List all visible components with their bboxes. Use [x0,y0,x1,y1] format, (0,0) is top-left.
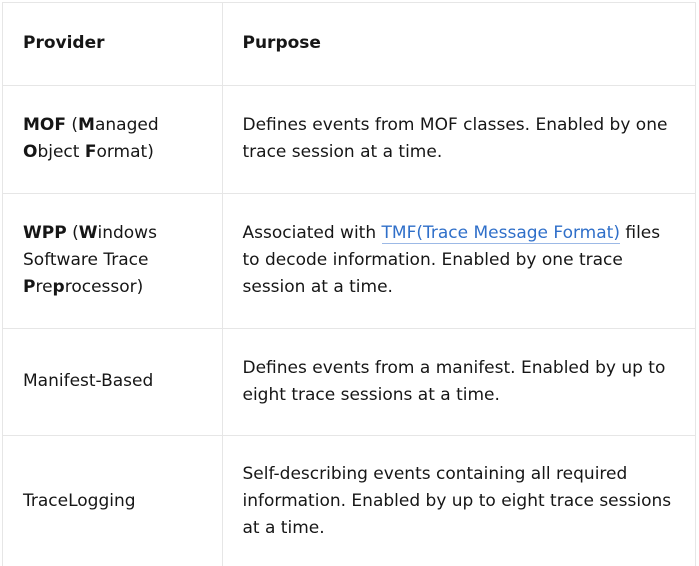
provider-text: F [84,142,97,162]
header-purpose: Purpose [222,3,695,86]
tmf-link[interactable]: TMF(Trace Message Format) [381,223,620,244]
purpose-text: Defines events from a manifest. Enabled … [242,357,666,405]
provider-cell: TraceLogging [3,435,223,566]
provider-text: anaged [94,115,159,135]
provider-text: ( [65,115,79,135]
purpose-cell: Associated with TMF(Trace Message Format… [222,193,695,329]
table-row: Manifest-Based Defines events from a mani… [3,328,695,436]
purpose-cell: Defines events from a manifest. Enabled … [222,328,695,436]
provider-table: Provider Purpose MOF (Managed Object Form… [2,2,696,566]
provider-text: P [23,277,36,297]
provider-text: indows [97,223,157,243]
provider-text: ormat) [96,142,154,162]
table-row: WPP (Windows Software Trace Preprocessor)… [3,193,695,329]
provider-text: Software Trace [23,250,149,270]
provider-text: WPP [23,223,67,243]
purpose-cell: Defines events from MOF classes. Enabled… [222,85,695,194]
header-provider: Provider [3,3,223,86]
table-row: TraceLogging Self-describing events conta… [3,435,695,566]
purpose-text: Defines events from MOF classes. Enabled… [242,115,668,162]
provider-text: MOF [23,115,66,135]
provider-cell: WPP (Windows Software Trace Preprocessor) [3,193,223,329]
provider-text: M [78,115,95,135]
provider-text: ( [66,223,79,243]
purpose-text: Associated with [242,223,382,243]
provider-text: bject [37,142,85,162]
table-row: MOF (Managed Object Format) Defines events… [3,85,695,194]
provider-text: re [35,277,53,297]
provider-text: rocessor) [64,277,144,297]
provider-text: O [23,142,38,162]
provider-text: TraceLogging [23,491,136,512]
table-header-row: Provider Purpose [3,3,695,86]
provider-text: Manifest-Based [23,371,154,391]
provider-text: p [52,277,65,297]
provider-cell: Manifest-Based [3,328,223,436]
purpose-cell: Self-describing events containing all re… [222,435,695,566]
provider-purpose-table: Provider Purpose MOF (Managed Object Form… [3,3,695,566]
purpose-text: Self-describing events containing all re… [242,464,672,539]
provider-cell: MOF (Managed Object Format) [3,85,223,194]
provider-text: W [78,223,98,243]
